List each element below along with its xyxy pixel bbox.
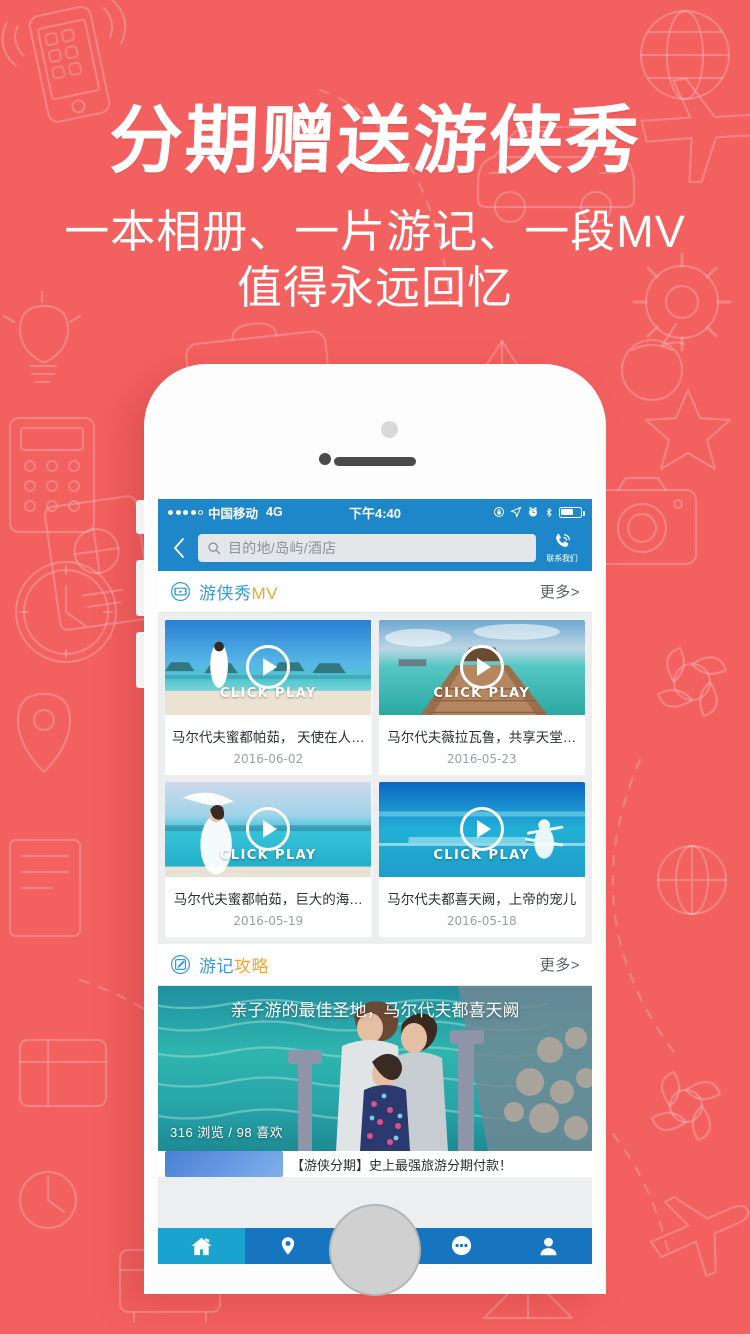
tab-profile[interactable] xyxy=(505,1228,592,1264)
video-thumbnail[interactable]: CLICK PLAY xyxy=(378,620,586,717)
promo-subline-2: 值得永远回忆 xyxy=(236,262,513,314)
click-play-overlay: CLICK PLAY xyxy=(219,848,317,863)
chat-bubble-icon xyxy=(452,1235,472,1255)
search-placeholder: 目的地/岛屿/酒店 xyxy=(228,540,337,556)
video-title: 马尔代夫都喜天阙，上帝的宠儿 xyxy=(387,892,577,907)
click-play-overlay: CLICK PLAY xyxy=(219,686,317,701)
film-frame-icon xyxy=(170,581,191,602)
contact-us-label: 联系我们 xyxy=(546,554,578,563)
section-header-notes: 游记攻略 更多> xyxy=(158,944,592,986)
pen-edit-icon xyxy=(170,954,191,975)
back-button[interactable] xyxy=(164,528,194,568)
video-thumbnail[interactable]: CLICK PLAY xyxy=(165,782,372,879)
status-bar: 中国移动 4G 下午4:40 xyxy=(158,499,592,525)
click-play-overlay: CLICK PLAY xyxy=(433,848,531,863)
click-play-overlay: CLICK PLAY xyxy=(433,686,531,701)
signal-strength-icon xyxy=(168,509,203,515)
person-icon xyxy=(540,1237,557,1255)
phone-volume-down-button xyxy=(136,632,144,688)
tab-messages[interactable] xyxy=(418,1228,505,1264)
travel-note-list-item[interactable]: 【游侠分期】史上最强旅游分期付款！ xyxy=(158,1151,592,1177)
search-icon xyxy=(208,542,221,555)
video-card[interactable]: CLICK PLAY 马尔代夫都喜天阙，上帝的宠儿 2016-05-18 xyxy=(378,782,586,937)
carrier-label: 中国移动 xyxy=(208,506,259,521)
video-card[interactable]: CLICK PLAY 马尔代夫薇拉瓦鲁，共享天堂… 2016-05-23 xyxy=(378,620,586,775)
play-circle-icon[interactable] xyxy=(459,644,504,689)
section-title-mv: 游侠秀MV xyxy=(199,579,278,604)
section-title-mv-primary: 游侠秀 xyxy=(199,584,252,603)
battery-icon xyxy=(559,506,585,518)
chevron-left-icon xyxy=(174,538,184,558)
rotation-lock-icon xyxy=(493,506,505,518)
video-title: 马尔代夫蜜都帕茹， 天使在人… xyxy=(171,730,365,745)
video-date: 2016-05-18 xyxy=(446,914,517,928)
travel-note-thumbnail xyxy=(165,1151,283,1177)
section-more-notes[interactable]: 更多> xyxy=(540,954,580,975)
promo-subline-1: 一本相册、一片游记、一段MV xyxy=(64,206,686,257)
travel-note-stats: 316 浏览 / 98 喜欢 xyxy=(170,1125,284,1140)
play-circle-icon[interactable] xyxy=(246,644,291,689)
travel-note-card[interactable]: 亲子游的最佳圣地，马尔代夫都喜天阙 316 浏览 / 98 喜欢 xyxy=(158,986,592,1151)
travel-note-title: 亲子游的最佳圣地，马尔代夫都喜天阙 xyxy=(230,1001,520,1020)
play-circle-icon[interactable] xyxy=(459,806,504,851)
video-date: 2016-05-23 xyxy=(446,752,517,766)
search-input[interactable]: 目的地/岛屿/酒店 xyxy=(198,534,536,562)
section-more-mv[interactable]: 更多> xyxy=(540,581,580,602)
alarm-clock-icon xyxy=(527,506,539,518)
phone-home-button[interactable] xyxy=(329,1204,421,1296)
phone-volume-up-button xyxy=(136,560,144,616)
section-header-mv: 游侠秀MV 更多> xyxy=(158,571,592,613)
phone-icon xyxy=(556,533,571,548)
video-date: 2016-06-02 xyxy=(233,752,304,766)
tab-home[interactable] xyxy=(158,1228,245,1264)
section-title-mv-accent: MV xyxy=(251,584,278,603)
phone-front-camera xyxy=(319,453,331,465)
travel-note-list-title: 【游侠分期】史上最强旅游分期付款！ xyxy=(291,1157,513,1173)
home-icon xyxy=(191,1237,212,1255)
section-title-notes-accent: 攻略 xyxy=(234,957,269,976)
section-title-notes-primary: 游记 xyxy=(199,957,234,976)
promo-headline-block: 分期赠送游侠秀 一本相册、一片游记、一段MV 值得永远回忆 xyxy=(0,0,750,317)
promo-headline: 分期赠送游侠秀 xyxy=(107,98,643,184)
play-circle-icon[interactable] xyxy=(246,806,291,851)
phone-mute-switch xyxy=(136,500,144,534)
phone-screen: 中国移动 4G 下午4:40 目的地/岛屿/酒店 联系我们 游侠秀MV 更多> … xyxy=(158,499,592,1264)
video-title: 马尔代夫蜜都帕茹，巨大的海… xyxy=(173,892,363,907)
location-arrow-icon xyxy=(510,506,522,518)
video-grid: CLICK PLAY 马尔代夫蜜都帕茹， 天使在人… 2016-06-02 CL… xyxy=(158,613,592,944)
phone-mockup: 中国移动 4G 下午4:40 目的地/岛屿/酒店 联系我们 游侠秀MV 更多> … xyxy=(136,364,606,1296)
section-title-notes: 游记攻略 xyxy=(199,952,269,977)
app-nav-bar: 目的地/岛屿/酒店 联系我们 xyxy=(158,525,592,571)
video-thumbnail[interactable]: CLICK PLAY xyxy=(378,782,586,879)
contact-us-button[interactable]: 联系我们 xyxy=(540,532,584,564)
video-date: 2016-05-19 xyxy=(233,914,304,928)
phone-sensor xyxy=(381,421,398,438)
bluetooth-icon xyxy=(544,506,554,519)
video-card[interactable]: CLICK PLAY 马尔代夫蜜都帕茹， 天使在人… 2016-06-02 xyxy=(165,620,372,775)
phone-earpiece xyxy=(334,457,416,466)
location-pin-icon xyxy=(282,1237,295,1255)
video-thumbnail[interactable]: CLICK PLAY xyxy=(165,620,372,717)
app-content-scroll[interactable]: 游侠秀MV 更多> CLICK PLAY 马尔代夫蜜都帕茹， 天使在人… 201… xyxy=(158,571,592,1264)
network-type-label: 4G xyxy=(266,505,283,519)
video-card[interactable]: CLICK PLAY 马尔代夫蜜都帕茹，巨大的海… 2016-05-19 xyxy=(165,782,372,937)
video-title: 马尔代夫薇拉瓦鲁，共享天堂… xyxy=(387,730,577,745)
tab-destination[interactable] xyxy=(245,1228,332,1264)
